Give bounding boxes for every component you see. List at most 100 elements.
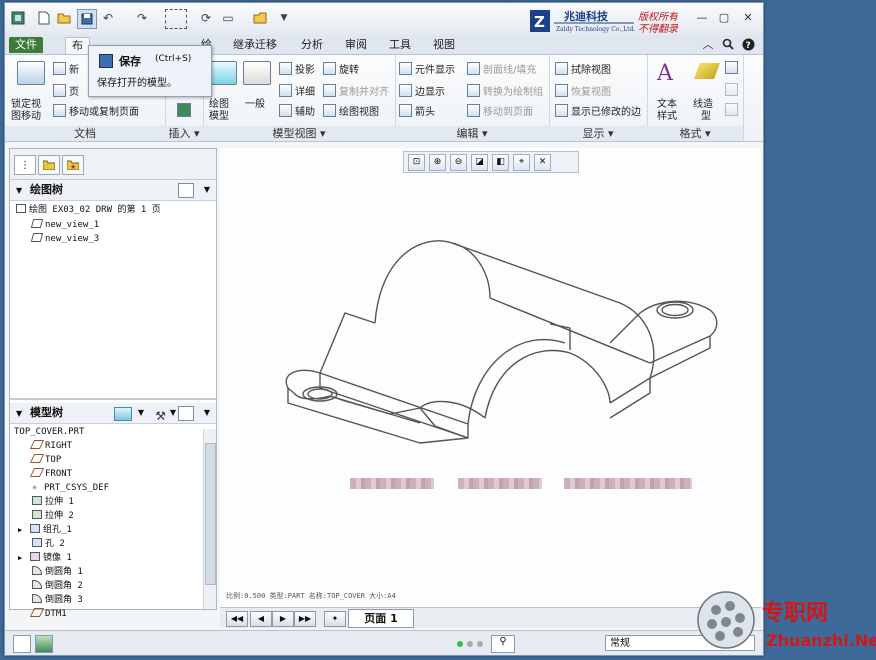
collapse-model-tree-icon[interactable]: ▼ (16, 409, 22, 418)
tree-settings-icon[interactable] (178, 183, 194, 198)
collapse-drawing-tree-icon[interactable]: ▼ (16, 186, 22, 195)
collapse-ribbon-icon[interactable]: ︿ (699, 36, 717, 52)
model-tree-settings-dropdown-icon[interactable]: ▼ (204, 403, 210, 423)
model-tree-settings-icon[interactable] (178, 406, 194, 421)
insert-image-icon[interactable] (177, 103, 191, 117)
tree-row[interactable]: TOP (29, 454, 61, 467)
tree-row[interactable]: 倒圆角 1 (32, 566, 83, 579)
tools-dropdown-icon[interactable]: ▼ (170, 403, 176, 423)
group-label-model-views[interactable]: 模型视图 ▾ (203, 126, 395, 141)
new-sheet-button[interactable]: 新 (53, 61, 79, 76)
undo-icon[interactable]: ↶ (99, 9, 117, 27)
tab-review[interactable]: 审阅 (339, 37, 373, 53)
move-to-page-button[interactable]: 移动到页面 (467, 103, 533, 118)
prev-page-icon[interactable]: ◀ (250, 611, 272, 627)
format-option-icon-2[interactable] (725, 83, 738, 96)
customize-qat-icon[interactable]: ▼ (275, 9, 293, 27)
format-option-icon-1[interactable] (725, 61, 738, 74)
element-display-button[interactable]: 元件显示 (399, 61, 455, 76)
page-setup-button[interactable]: 页 (53, 83, 79, 98)
model-display-icon[interactable] (114, 407, 132, 421)
expand-icon[interactable]: ▶ (18, 552, 30, 565)
general-view-button[interactable]: 一般 (245, 95, 265, 110)
tree-row[interactable]: ▶ 镜像 1 (18, 552, 72, 565)
tree-row[interactable]: 倒圆角 3 (32, 594, 83, 607)
last-page-icon[interactable]: ▶▶ (294, 611, 316, 627)
model-tree-scrollbar[interactable] (203, 429, 216, 609)
new-file-icon[interactable] (35, 9, 53, 27)
pane-splitter[interactable] (10, 398, 216, 400)
window-icon[interactable]: ▭ (219, 9, 237, 27)
general-view-icon (243, 61, 271, 85)
browser-toggle-icon[interactable] (35, 635, 53, 653)
close-window-icon[interactable] (251, 9, 269, 27)
maximize-icon[interactable]: ▢ (715, 9, 733, 25)
revolve-button[interactable]: 旋转 (323, 61, 359, 76)
open-folder-icon[interactable] (55, 9, 73, 27)
edge-display-button[interactable]: 边显示 (399, 83, 445, 98)
show-modified-edges-button[interactable]: 显示已修改的边 (555, 103, 641, 118)
status-bar: ⚲ 常规 (5, 630, 763, 655)
tree-row[interactable]: ▶ 组孔_1 (18, 524, 72, 537)
tree-row[interactable]: new_view_3 (30, 233, 99, 246)
group-label-format[interactable]: 格式 ▾ (647, 126, 743, 141)
tree-row[interactable]: 倒圆角 2 (32, 580, 83, 593)
section-line-button[interactable]: 剖面线/填充 (467, 61, 536, 76)
scroll-thumb[interactable] (205, 443, 216, 585)
select-box-icon[interactable] (165, 9, 187, 29)
tree-row[interactable]: 拉伸 1 (32, 496, 74, 509)
model-display-dropdown-icon[interactable]: ▼ (138, 403, 144, 423)
tree-row[interactable]: 绘图 EX03_02 DRW 的第 1 页 (16, 204, 161, 217)
next-page-icon[interactable]: ▶ (272, 611, 294, 627)
group-label-edit[interactable]: 编辑 ▾ (395, 126, 549, 141)
expand-icon[interactable]: ▶ (18, 524, 30, 537)
tree-row[interactable]: RIGHT (29, 440, 72, 453)
tab-file[interactable]: 文件 (9, 37, 43, 53)
redo-icon[interactable]: ↷ (133, 9, 151, 27)
drawing-view-button[interactable]: 绘图视图 (323, 103, 379, 118)
move-copy-page-button[interactable]: 移动或复制页面 (53, 103, 139, 118)
tree-row[interactable]: DTM1 (29, 608, 67, 621)
tree-row[interactable]: 拉伸 2 (32, 510, 74, 523)
tab-legacy-migration[interactable]: 继承迁移 (227, 37, 283, 53)
copy-align-button[interactable]: 复制并对齐 (323, 83, 389, 98)
folder-tab-icon[interactable] (38, 155, 60, 175)
tab-analysis[interactable]: 分析 (295, 37, 329, 53)
convert-draw-group-button[interactable]: 转换为绘制组 (467, 83, 543, 98)
tab-layout[interactable]: 布 (65, 37, 90, 54)
tab-view[interactable]: 视图 (427, 37, 461, 53)
regenerate-icon[interactable]: ⟳ (197, 9, 215, 27)
tree-row[interactable]: FRONT (29, 468, 72, 481)
page-tab[interactable]: 页面 1 (348, 609, 414, 628)
first-page-icon[interactable]: ◀◀ (226, 611, 248, 627)
view-icon (30, 233, 44, 242)
graphics-area[interactable]: ⊡ ⊕ ⊖ ◪ ◧ ⌖ ✕ 比例:0.500 类型:PART 名称:TOP_CO… (220, 148, 761, 608)
search-icon[interactable] (719, 36, 737, 52)
tree-row[interactable]: 孔 2 (32, 538, 65, 551)
save-icon[interactable] (77, 9, 97, 29)
tree-tab-icon[interactable]: ⋮ (14, 155, 36, 175)
restore-view-button[interactable]: 恢复视图 (555, 83, 611, 98)
app-icon[interactable] (9, 9, 27, 27)
group-label-display[interactable]: 显示 ▾ (549, 126, 647, 141)
navigator-toggle-icon[interactable] (13, 635, 31, 653)
binoculars-icon[interactable]: ⚲ (491, 635, 515, 653)
close-icon[interactable]: ✕ (739, 9, 757, 25)
favorites-tab-icon[interactable]: ★ (62, 155, 84, 175)
detailed-button[interactable]: 详细 (279, 83, 315, 98)
new-page-icon[interactable]: ✦ (324, 611, 346, 627)
group-label-insert[interactable]: 插入 ▾ (165, 126, 203, 141)
projection-button[interactable]: 投影 (279, 61, 315, 76)
tools-icon[interactable]: ⚒ (155, 406, 166, 426)
help-icon[interactable]: ? (739, 36, 757, 52)
erase-view-button[interactable]: 拭除视图 (555, 61, 611, 76)
tree-settings-dropdown-icon[interactable]: ▼ (204, 180, 210, 200)
arrow-button[interactable]: 箭头 (399, 103, 435, 118)
tree-row[interactable]: ✳ PRT_CSYS_DEF (32, 482, 109, 495)
minimize-icon[interactable]: — (693, 9, 711, 25)
tree-row[interactable]: new_view_1 (30, 219, 99, 232)
tab-tools[interactable]: 工具 (383, 37, 417, 53)
tree-row[interactable]: TOP_COVER.PRT (14, 426, 84, 439)
format-option-icon-3[interactable] (725, 103, 738, 116)
auxiliary-button[interactable]: 辅助 (279, 103, 315, 118)
